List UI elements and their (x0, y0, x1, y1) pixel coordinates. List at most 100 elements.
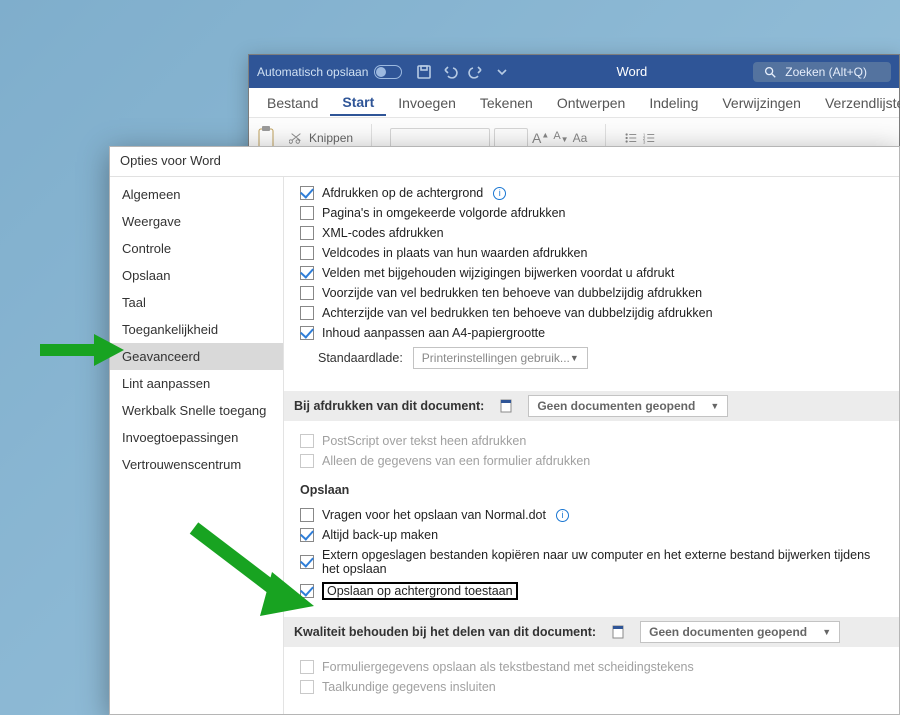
dialog-body: Algemeen Weergave Controle Opslaan Taal … (110, 176, 899, 714)
app-title: Word (510, 64, 753, 79)
chevron-down-icon[interactable] (494, 64, 510, 80)
chk-label: Alleen de gegevens van een formulier afd… (322, 454, 590, 468)
combo-value: Printerinstellingen gebruik... (422, 351, 570, 365)
chk-taalkundige: Taalkundige gegevens insluiten (300, 677, 887, 697)
checkbox-icon[interactable] (300, 306, 314, 320)
font-name-combo[interactable] (390, 128, 490, 148)
chk-voorzijde[interactable]: Voorzijde van vel bedrukken ten behoeve … (300, 283, 887, 303)
chk-paginas-omgekeerd[interactable]: Pagina's in omgekeerde volgorde afdrukke… (300, 203, 887, 223)
nav-toegankelijkheid[interactable]: Toegankelijkheid (110, 316, 283, 343)
ribbon-tabs: Bestand Start Invoegen Tekenen Ontwerpen… (249, 88, 899, 118)
tab-tekenen[interactable]: Tekenen (468, 91, 545, 115)
document-icon (610, 624, 626, 640)
tab-ontwerpen[interactable]: Ontwerpen (545, 91, 637, 115)
nav-vertrouwenscentrum[interactable]: Vertrouwenscentrum (110, 451, 283, 478)
tab-verwijzingen[interactable]: Verwijzingen (710, 91, 813, 115)
chk-altijd-backup[interactable]: Altijd back-up maken (300, 525, 887, 545)
section-title: Bij afdrukken van dit document: (294, 399, 484, 413)
cut-label: Knippen (309, 131, 353, 145)
checkbox-icon (300, 454, 314, 468)
chk-label: XML-codes afdrukken (322, 226, 444, 240)
chk-label: Inhoud aanpassen aan A4-papiergrootte (322, 326, 545, 340)
decrease-font-icon[interactable]: A▼ (553, 130, 568, 144)
standaardlade-combo[interactable]: Printerinstellingen gebruik... ▼ (413, 347, 588, 369)
options-content[interactable]: Afdrukken op de achtergrond i Pagina's i… (284, 177, 899, 714)
printdoc-combo[interactable]: Geen documenten geopend ▼ (528, 395, 728, 417)
checkbox-icon[interactable] (300, 266, 314, 280)
nav-invoegtoepassingen[interactable]: Invoegtoepassingen (110, 424, 283, 451)
tab-indeling[interactable]: Indeling (637, 91, 710, 115)
combo-value: Geen documenten geopend (537, 399, 695, 413)
toggle-pill-icon[interactable] (374, 65, 402, 79)
kwaliteit-combo[interactable]: Geen documenten geopend ▼ (640, 621, 840, 643)
checkbox-icon[interactable] (300, 286, 314, 300)
checkbox-icon[interactable] (300, 206, 314, 220)
options-nav: Algemeen Weergave Controle Opslaan Taal … (110, 177, 284, 714)
info-icon[interactable]: i (493, 187, 506, 200)
bullets-icon[interactable] (624, 131, 638, 145)
chk-afdrukken-achtergrond[interactable]: Afdrukken op de achtergrond i (300, 183, 887, 203)
section-title: Kwaliteit behouden bij het delen van dit… (294, 625, 596, 639)
section-bij-afdrukken: Bij afdrukken van dit document: Geen doc… (284, 391, 899, 421)
paragraph-group: 123 (624, 131, 656, 145)
autosave-toggle[interactable]: Automatisch opslaan (257, 65, 402, 79)
font-size-combo[interactable] (494, 128, 528, 148)
tab-bestand[interactable]: Bestand (255, 91, 330, 115)
tab-invoegen[interactable]: Invoegen (386, 91, 468, 115)
chk-veldcodes[interactable]: Veldcodes in plaats van hun waarden afdr… (300, 243, 887, 263)
nav-opslaan[interactable]: Opslaan (110, 262, 283, 289)
checkbox-icon[interactable] (300, 528, 314, 542)
undo-icon[interactable] (442, 64, 458, 80)
nav-taal[interactable]: Taal (110, 289, 283, 316)
search-box[interactable]: Zoeken (Alt+Q) (753, 62, 891, 82)
chk-extern-opgeslagen[interactable]: Extern opgeslagen bestanden kopiëren naa… (300, 545, 887, 579)
chk-xml-codes[interactable]: XML-codes afdrukken (300, 223, 887, 243)
dialog-title: Opties voor Word (110, 147, 899, 176)
checkbox-icon[interactable] (300, 555, 314, 569)
nav-lint-aanpassen[interactable]: Lint aanpassen (110, 370, 283, 397)
svg-text:3: 3 (643, 139, 646, 144)
search-icon (763, 65, 777, 79)
increase-font-icon[interactable]: A▲ (532, 130, 549, 146)
chk-label: Formuliergegevens opslaan als tekstbesta… (322, 660, 694, 674)
word-titlebar: Automatisch opslaan Word Zoeken (Alt+Q) (249, 55, 899, 88)
nav-geavanceerd[interactable]: Geavanceerd (110, 343, 283, 370)
chk-a4-aanpassen[interactable]: Inhoud aanpassen aan A4-papiergrootte (300, 323, 887, 343)
section-kwaliteit: Kwaliteit behouden bij het delen van dit… (284, 617, 899, 647)
chk-alleen-formulier: Alleen de gegevens van een formulier afd… (300, 451, 887, 471)
numbering-icon[interactable]: 123 (642, 131, 656, 145)
scissors-icon (289, 131, 303, 145)
checkbox-icon[interactable] (300, 508, 314, 522)
cut-button[interactable]: Knippen (289, 131, 353, 145)
save-icon[interactable] (416, 64, 432, 80)
checkbox-icon[interactable] (300, 584, 314, 598)
autosave-label: Automatisch opslaan (257, 65, 368, 79)
change-case-icon[interactable]: Aa (573, 131, 588, 145)
checkbox-icon (300, 434, 314, 448)
tab-start[interactable]: Start (330, 90, 386, 116)
checkbox-icon (300, 680, 314, 694)
checkbox-icon[interactable] (300, 186, 314, 200)
chk-velden-bijwerken[interactable]: Velden met bijgehouden wijzigingen bijwe… (300, 263, 887, 283)
chevron-down-icon: ▼ (822, 627, 831, 637)
nav-weergave[interactable]: Weergave (110, 208, 283, 235)
chk-postscript: PostScript over tekst heen afdrukken (300, 431, 887, 451)
quick-access-toolbar (416, 64, 510, 80)
checkbox-icon[interactable] (300, 246, 314, 260)
chk-achterzijde[interactable]: Achterzijde van vel bedrukken ten behoev… (300, 303, 887, 323)
chk-label: Veldcodes in plaats van hun waarden afdr… (322, 246, 587, 260)
nav-werkbalk-snelle-toegang[interactable]: Werkbalk Snelle toegang (110, 397, 283, 424)
tab-verzendlijsten[interactable]: Verzendlijsten (813, 91, 900, 115)
redo-icon[interactable] (468, 64, 484, 80)
chk-opslaan-achtergrond[interactable]: Opslaan op achtergrond toestaan (300, 579, 887, 603)
nav-controle[interactable]: Controle (110, 235, 283, 262)
search-placeholder: Zoeken (Alt+Q) (785, 65, 867, 79)
checkbox-icon[interactable] (300, 226, 314, 240)
chk-label: Afdrukken op de achtergrond (322, 186, 483, 200)
checkbox-icon[interactable] (300, 326, 314, 340)
chk-formulier-scheiding: Formuliergegevens opslaan als tekstbesta… (300, 657, 887, 677)
nav-algemeen[interactable]: Algemeen (110, 181, 283, 208)
info-icon[interactable]: i (556, 509, 569, 522)
document-icon (498, 398, 514, 414)
chk-vragen-normal[interactable]: Vragen voor het opslaan van Normal.dot i (300, 505, 887, 525)
